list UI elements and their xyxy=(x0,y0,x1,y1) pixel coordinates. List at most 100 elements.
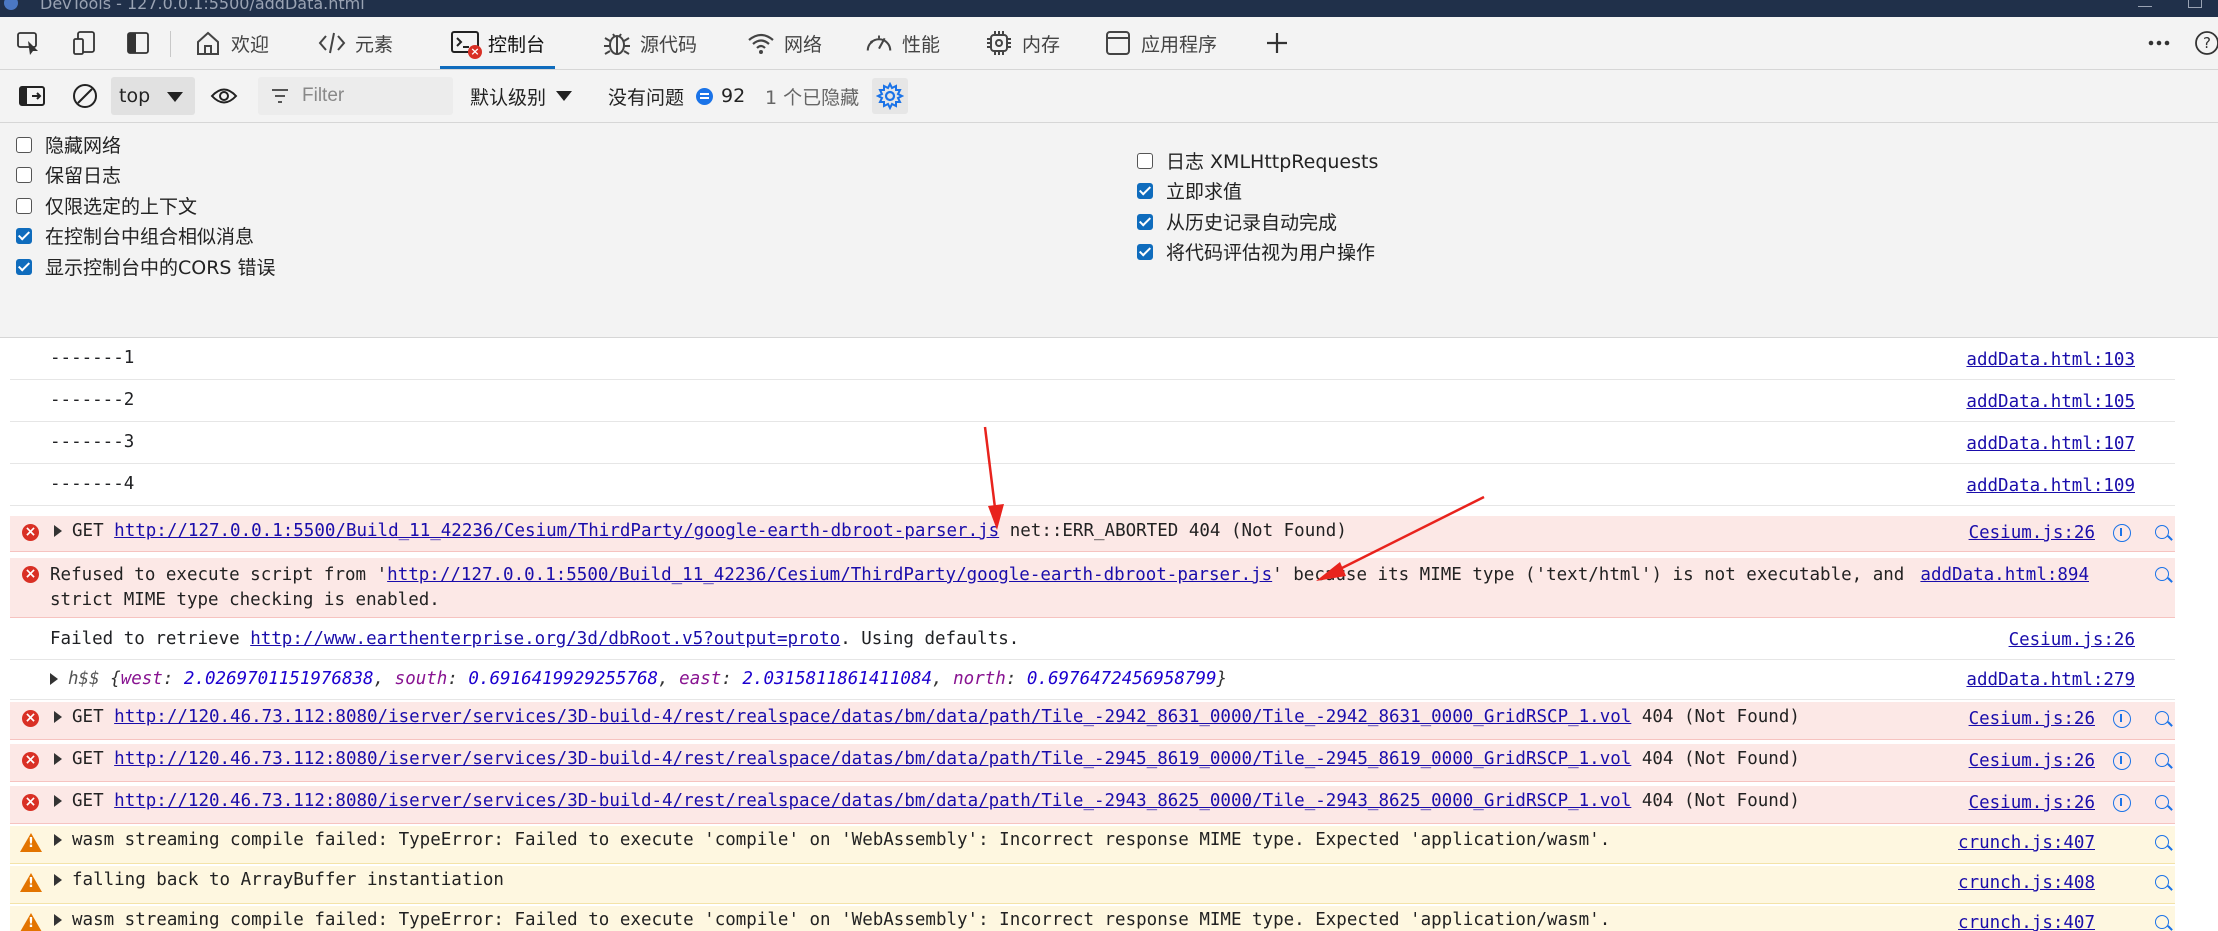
setting-eager-evaluation[interactable]: 立即求值 xyxy=(1137,177,1242,204)
script-url-link[interactable]: http://127.0.0.1:5500/Build_11_42236/Ces… xyxy=(387,565,1272,585)
setting-hide-network[interactable]: 隐藏网络 xyxy=(16,131,121,158)
console-error-row: × GET http://120.46.73.112:8080/iserver/… xyxy=(10,702,2175,740)
warning-icon xyxy=(20,833,42,852)
setting-log-xhr[interactable]: 日志 XMLHttpRequests xyxy=(1137,147,1378,174)
source-link[interactable]: Cesium.js:26 xyxy=(1969,793,2095,813)
expand-triangle-icon[interactable] xyxy=(54,525,62,537)
setting-show-cors-errors[interactable]: 显示控制台中的CORS 错误 xyxy=(16,253,276,280)
log-levels-dropdown[interactable]: 默认级别 xyxy=(470,70,573,122)
setting-group-similar[interactable]: 在控制台中组合相似消息 xyxy=(16,222,254,249)
tab-network[interactable]: 网络 xyxy=(746,17,822,69)
maximize-icon[interactable] xyxy=(2188,0,2202,8)
checkbox-checked[interactable] xyxy=(1137,213,1153,230)
console-warning-row: wasm streaming compile failed: TypeError… xyxy=(10,906,2175,931)
setting-autocomplete-history[interactable]: 从历史记录自动完成 xyxy=(1137,208,1337,235)
request-url-link[interactable]: http://120.46.73.112:8080/iserver/servic… xyxy=(114,749,1631,769)
source-link[interactable]: addData.html:894 xyxy=(1920,565,2089,585)
source-link[interactable]: Cesium.js:26 xyxy=(1969,523,2095,543)
filter-input-box[interactable] xyxy=(258,77,453,115)
network-request-icon[interactable] xyxy=(2113,794,2131,812)
setting-label: 从历史记录自动完成 xyxy=(1166,212,1338,234)
tab-memory[interactable]: 内存 xyxy=(984,17,1060,69)
search-web-icon[interactable] xyxy=(2155,875,2169,889)
context-selector[interactable]: top xyxy=(111,77,195,115)
tab-console[interactable]: × 控制台 xyxy=(439,17,556,69)
search-web-icon[interactable] xyxy=(2155,711,2169,725)
expand-triangle-icon[interactable] xyxy=(50,673,58,685)
tab-label: 源代码 xyxy=(640,33,698,56)
device-emulation-icon[interactable] xyxy=(72,30,98,56)
expand-triangle-icon[interactable] xyxy=(54,711,62,723)
source-link[interactable]: Cesium.js:26 xyxy=(1969,709,2095,729)
warning-text: wasm streaming compile failed: TypeError… xyxy=(72,910,1611,930)
dock-side-icon[interactable] xyxy=(125,30,151,56)
filter-input[interactable] xyxy=(300,84,444,108)
tab-sources[interactable]: 源代码 xyxy=(602,17,697,69)
search-web-icon[interactable] xyxy=(2155,915,2169,929)
object-preview[interactable]: h$$ {west: 2.0269701151976838, south: 0.… xyxy=(50,669,1227,689)
search-web-icon[interactable] xyxy=(2155,835,2169,849)
more-options-icon[interactable] xyxy=(2146,30,2172,56)
checkbox-checked[interactable] xyxy=(1137,243,1153,260)
setting-preserve-log[interactable]: 保留日志 xyxy=(16,161,121,188)
request-url-link[interactable]: http://127.0.0.1:5500/Build_11_42236/Ces… xyxy=(114,521,999,541)
expand-triangle-icon[interactable] xyxy=(54,795,62,807)
object-name: h$$ xyxy=(68,669,100,689)
request-url-link[interactable]: http://120.46.73.112:8080/iserver/servic… xyxy=(114,791,1631,811)
expand-triangle-icon[interactable] xyxy=(54,914,62,926)
source-link[interactable]: Cesium.js:26 xyxy=(1969,751,2095,771)
tab-label: 欢迎 xyxy=(231,33,270,56)
source-link[interactable]: Cesium.js:26 xyxy=(2009,630,2135,650)
error-suffix: net::ERR_ABORTED 404 (Not Found) xyxy=(999,521,1347,541)
clear-console-icon[interactable] xyxy=(71,82,99,110)
checkbox[interactable] xyxy=(16,166,32,183)
network-request-icon[interactable] xyxy=(2113,524,2131,542)
setting-selected-context-only[interactable]: 仅限选定的上下文 xyxy=(16,192,197,219)
source-link[interactable]: addData.html:107 xyxy=(1966,434,2135,454)
search-web-icon[interactable] xyxy=(2155,525,2169,539)
error-message: GET http://127.0.0.1:5500/Build_11_42236… xyxy=(54,521,1347,541)
log-message: Failed to retrieve http://www.earthenter… xyxy=(50,629,1019,649)
checkbox-checked[interactable] xyxy=(16,227,32,244)
error-icon: × xyxy=(22,710,39,727)
search-web-icon[interactable] xyxy=(2155,753,2169,767)
expand-triangle-icon[interactable] xyxy=(54,874,62,886)
error-message: GET http://120.46.73.112:8080/iserver/se… xyxy=(54,791,1800,811)
issues-counter[interactable]: 没有问题 92 xyxy=(608,70,745,122)
help-icon[interactable]: ? xyxy=(2194,30,2218,56)
source-link[interactable]: crunch.js:407 xyxy=(1958,833,2095,853)
minimize-icon[interactable] xyxy=(2138,0,2152,7)
expand-triangle-icon[interactable] xyxy=(54,834,62,846)
checkbox[interactable] xyxy=(1137,152,1153,169)
network-request-icon[interactable] xyxy=(2113,752,2131,770)
add-tab-plus-icon[interactable] xyxy=(1264,30,1290,56)
http-method: GET xyxy=(72,791,104,811)
source-link[interactable]: addData.html:103 xyxy=(1966,350,2135,370)
checkbox-checked[interactable] xyxy=(1137,182,1153,199)
tab-welcome[interactable]: 欢迎 xyxy=(193,17,269,69)
search-web-icon[interactable] xyxy=(2155,795,2169,809)
tab-performance[interactable]: 性能 xyxy=(864,17,940,69)
tab-elements[interactable]: 元素 xyxy=(317,17,393,69)
checkbox[interactable] xyxy=(16,197,32,214)
source-link[interactable]: addData.html:109 xyxy=(1966,476,2135,496)
expand-triangle-icon[interactable] xyxy=(54,753,62,765)
tab-application[interactable]: 应用程序 xyxy=(1103,17,1217,69)
source-link[interactable]: addData.html:105 xyxy=(1966,392,2135,412)
checkbox-checked[interactable] xyxy=(16,258,32,275)
sidebar-toggle-icon[interactable] xyxy=(18,82,46,110)
dbroot-url-link[interactable]: http://www.earthenterprise.org/3d/dbRoot… xyxy=(250,629,840,649)
search-web-icon[interactable] xyxy=(2155,567,2169,581)
source-link[interactable]: addData.html:279 xyxy=(1966,670,2135,690)
source-link[interactable]: crunch.js:408 xyxy=(1958,873,2095,893)
tab-label: 内存 xyxy=(1022,33,1061,56)
setting-user-activation-eval[interactable]: 将代码评估视为用户操作 xyxy=(1137,238,1375,265)
live-expression-eye-icon[interactable] xyxy=(210,82,238,110)
source-link[interactable]: crunch.js:407 xyxy=(1958,913,2095,931)
request-url-link[interactable]: http://120.46.73.112:8080/iserver/servic… xyxy=(114,707,1631,727)
checkbox[interactable] xyxy=(16,136,32,153)
console-settings-gear-icon[interactable] xyxy=(872,78,908,114)
inspect-element-icon[interactable] xyxy=(16,30,42,56)
network-request-icon[interactable] xyxy=(2113,710,2131,728)
console-log-row: Failed to retrieve http://www.earthenter… xyxy=(10,620,2175,660)
